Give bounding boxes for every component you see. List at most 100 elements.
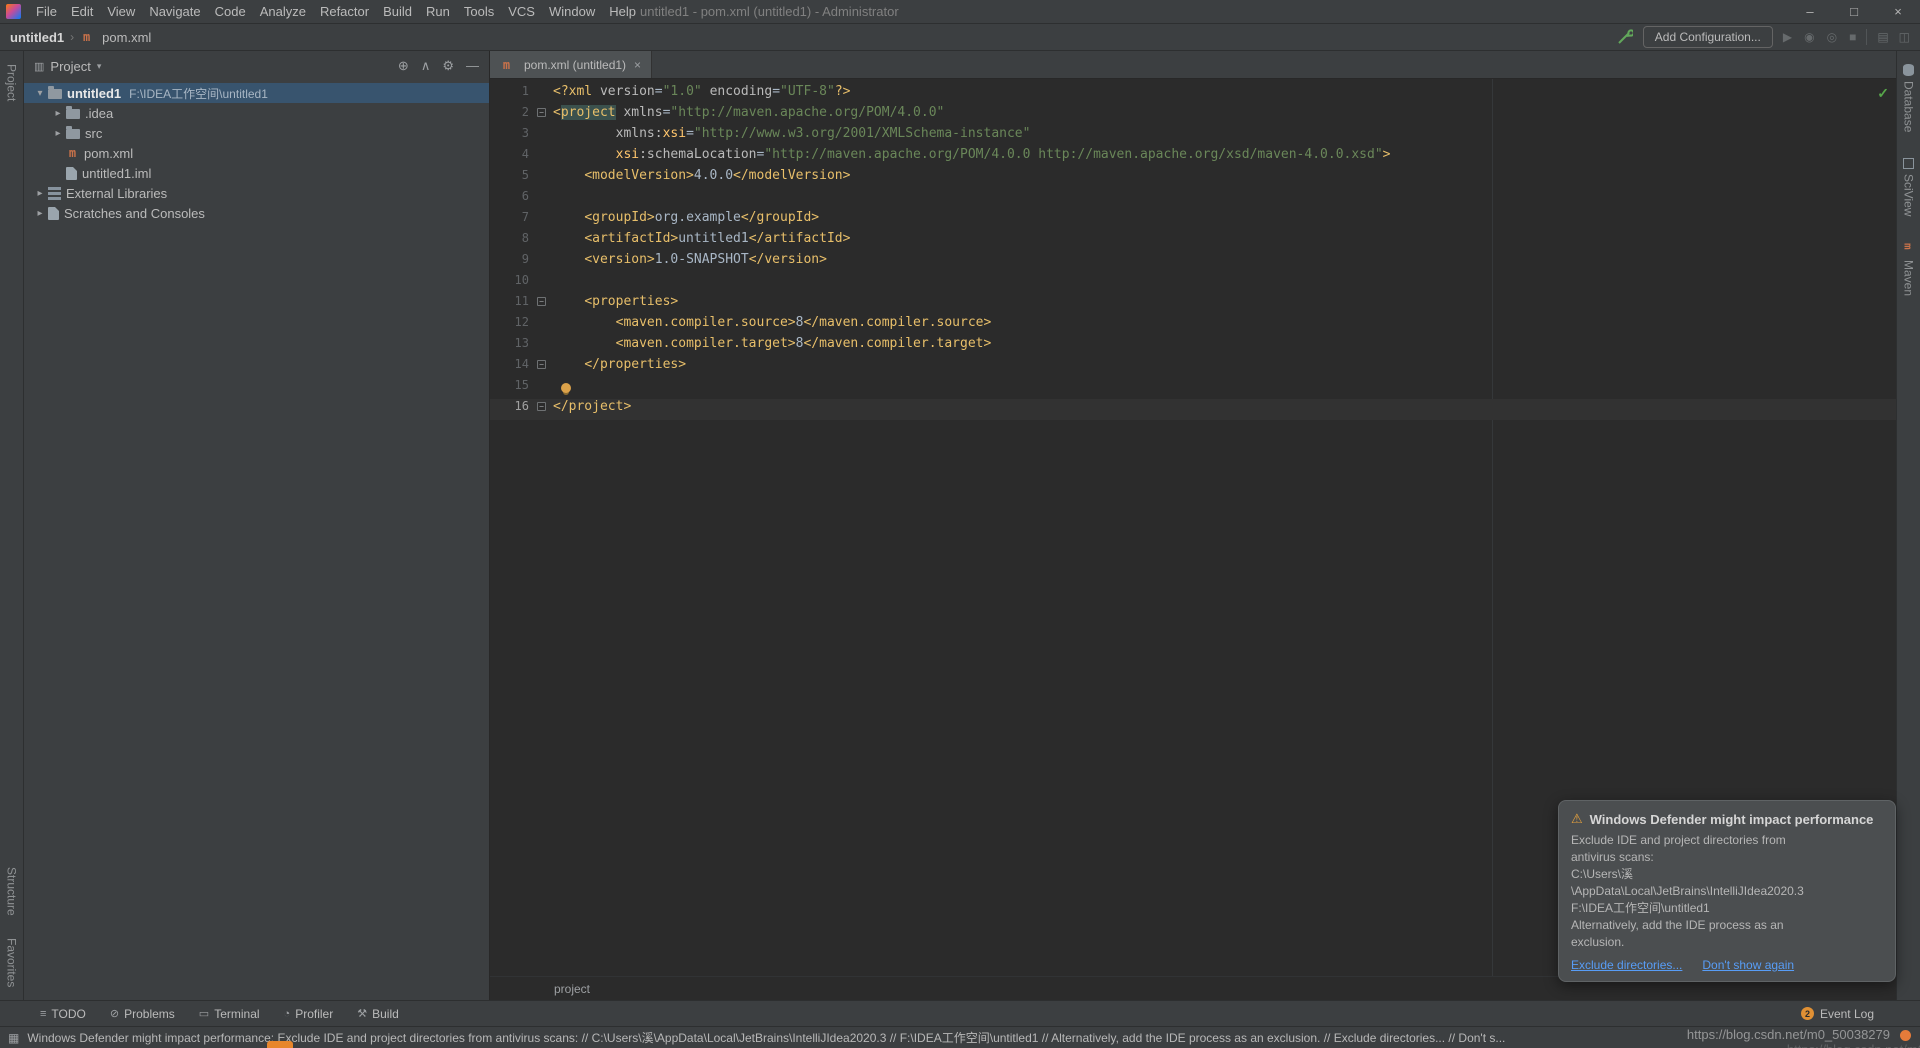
tree-label: pom.xml	[84, 146, 133, 161]
notification-title: Windows Defender might impact performanc…	[1590, 812, 1874, 827]
dont-show-again-link[interactable]: Don't show again	[1702, 958, 1794, 972]
toolwindow-button-build[interactable]: ⚒Build	[357, 1007, 399, 1021]
coverage-icon[interactable]: ◎	[1827, 30, 1837, 44]
code-line-1[interactable]: 1<?xml version="1.0" encoding="UTF-8"?>	[490, 84, 1896, 105]
code-line-15[interactable]: 15	[490, 378, 1896, 399]
tree-row-idea[interactable]: ▸.idea	[24, 103, 489, 123]
notification-text-line: \AppData\Local\JetBrains\IntelliJIdea202…	[1571, 883, 1881, 900]
code-line-3[interactable]: 3 xmlns:xsi="http://www.w3.org/2001/XMLS…	[490, 126, 1896, 147]
menu-view[interactable]: View	[100, 0, 142, 24]
code-line-9[interactable]: 9 <version>1.0-SNAPSHOT</version>	[490, 252, 1896, 273]
exclude-directories-link[interactable]: Exclude directories...	[1571, 958, 1682, 972]
run-icon[interactable]: ▶	[1783, 30, 1792, 44]
code-line-6[interactable]: 6	[490, 189, 1896, 210]
fold-icon[interactable]: −	[537, 108, 546, 117]
line-number: 10	[490, 273, 534, 294]
code-line-14[interactable]: 14− </properties>	[490, 357, 1896, 378]
line-number: 7	[490, 210, 534, 231]
editor-tab-pom[interactable]: pom.xml (untitled1) ×	[490, 51, 652, 78]
code-line-12[interactable]: 12 <maven.compiler.source>8</maven.compi…	[490, 315, 1896, 336]
tree-row-src[interactable]: ▸src	[24, 123, 489, 143]
code-line-10[interactable]: 10	[490, 273, 1896, 294]
left-tool-stripe: Project Structure Favorites	[0, 51, 24, 1000]
stripe-database[interactable]: Database	[1902, 55, 1916, 141]
menu-window[interactable]: Window	[542, 0, 602, 24]
menu-edit[interactable]: Edit	[64, 0, 100, 24]
project-tree: ▾untitled1F:\IDEA工作空间\untitled1▸.idea▸sr…	[24, 81, 489, 1000]
tree-row-untitled1-iml[interactable]: untitled1.iml	[24, 163, 489, 183]
toolwindow-button-problems[interactable]: ⊘Problems	[110, 1007, 175, 1021]
fold-column: −	[534, 357, 549, 378]
fold-icon[interactable]: −	[537, 402, 546, 411]
menu-code[interactable]: Code	[208, 0, 253, 24]
tree-arrow-icon[interactable]: ▸	[32, 208, 48, 219]
layout-icon[interactable]: ▤	[1877, 30, 1888, 44]
settings-icon[interactable]: ⚙	[442, 58, 454, 74]
code-line-7[interactable]: 7 <groupId>org.example</groupId>	[490, 210, 1896, 231]
maximize-button[interactable]: □	[1832, 0, 1876, 23]
tree-row-untitled1[interactable]: ▾untitled1F:\IDEA工作空间\untitled1	[24, 83, 489, 103]
menu-build[interactable]: Build	[376, 0, 419, 24]
code-line-13[interactable]: 13 <maven.compiler.target>8</maven.compi…	[490, 336, 1896, 357]
add-configuration-button[interactable]: Add Configuration...	[1643, 26, 1773, 48]
tool-windows-icon[interactable]: ◫	[1899, 30, 1910, 44]
toolwindow-button-terminal[interactable]: ▭Terminal	[199, 1007, 260, 1021]
fold-icon[interactable]: −	[537, 297, 546, 306]
menu-run[interactable]: Run	[419, 0, 457, 24]
toolwindow-button-profiler[interactable]: ◔Profiler	[284, 1007, 334, 1021]
menu-file[interactable]: File	[29, 0, 64, 24]
close-button[interactable]: ×	[1876, 0, 1920, 23]
code-line-5[interactable]: 5 <modelVersion>4.0.0</modelVersion>	[490, 168, 1896, 189]
tree-arrow-icon[interactable]: ▸	[50, 128, 66, 139]
tree-arrow-icon[interactable]: ▸	[32, 188, 48, 199]
breadcrumb-project[interactable]: untitled1	[10, 30, 64, 45]
minimize-button[interactable]: –	[1788, 0, 1832, 23]
locate-icon[interactable]: ⊕	[398, 58, 409, 74]
breadcrumb-element[interactable]: project	[554, 982, 590, 996]
project-panel-title[interactable]: Project	[50, 59, 90, 74]
close-tab-icon[interactable]: ×	[634, 58, 641, 72]
menu-refactor[interactable]: Refactor	[313, 0, 376, 24]
tree-row-scratches-and-consoles[interactable]: ▸Scratches and Consoles	[24, 203, 489, 223]
code-line-4[interactable]: 4 xsi:schemaLocation="http://maven.apach…	[490, 147, 1896, 168]
csdn-watermark-dot	[1900, 1030, 1911, 1041]
tree-arrow-icon[interactable]: ▾	[32, 88, 48, 99]
code-text: xsi:schemaLocation="http://maven.apache.…	[549, 147, 1896, 168]
status-message[interactable]: Windows Defender might impact performanc…	[27, 1029, 1912, 1046]
warning-icon: ⚠	[1571, 811, 1583, 827]
toolwindow-button-todo[interactable]: ≡TODO	[40, 1007, 86, 1021]
code-line-16[interactable]: 16−</project>	[490, 399, 1896, 420]
menu-vcs[interactable]: VCS	[501, 0, 542, 24]
menu-help[interactable]: Help	[602, 0, 643, 24]
maven-icon	[1903, 243, 1915, 255]
code-line-8[interactable]: 8 <artifactId>untitled1</artifactId>	[490, 231, 1896, 252]
stop-icon[interactable]: ■	[1849, 30, 1856, 44]
tree-arrow-icon[interactable]: ▸	[50, 108, 66, 119]
code-line-2[interactable]: 2−<project xmlns="http://maven.apache.or…	[490, 105, 1896, 126]
code-line-11[interactable]: 11− <properties>	[490, 294, 1896, 315]
code-text: <?xml version="1.0" encoding="UTF-8"?>	[549, 84, 1896, 105]
intention-bulb-icon[interactable]	[561, 383, 571, 393]
breadcrumb-file[interactable]: pom.xml	[102, 30, 151, 45]
stripe-maven[interactable]: Maven	[1902, 234, 1916, 305]
fold-icon[interactable]: −	[537, 360, 546, 369]
stripe-sciview[interactable]: SciView	[1902, 149, 1916, 225]
event-log-button[interactable]: 2 Event Log	[1801, 1007, 1874, 1021]
fold-column: −	[534, 294, 549, 315]
hide-icon[interactable]: —	[466, 58, 479, 74]
line-number: 16	[490, 399, 534, 420]
debug-icon[interactable]: ◉	[1804, 30, 1814, 44]
stripe-project[interactable]: Project	[5, 55, 19, 110]
tree-row-pom-xml[interactable]: pom.xml	[24, 143, 489, 163]
chevron-down-icon[interactable]: ▾	[97, 61, 102, 72]
stripe-favorites[interactable]: Favorites	[5, 929, 19, 996]
project-tool-window: ▥ Project ▾ ⊕∧⚙— ▾untitled1F:\IDEA工作空间\u…	[24, 51, 490, 1000]
wrench-icon[interactable]	[1617, 29, 1633, 45]
stripe-structure[interactable]: Structure	[5, 858, 19, 925]
collapse-all-icon[interactable]: ∧	[421, 58, 431, 74]
menu-navigate[interactable]: Navigate	[142, 0, 207, 24]
toolwindow-switcher-icon[interactable]: ▦	[8, 1031, 19, 1045]
menu-tools[interactable]: Tools	[457, 0, 501, 24]
tree-row-external-libraries[interactable]: ▸External Libraries	[24, 183, 489, 203]
menu-analyze[interactable]: Analyze	[253, 0, 313, 24]
